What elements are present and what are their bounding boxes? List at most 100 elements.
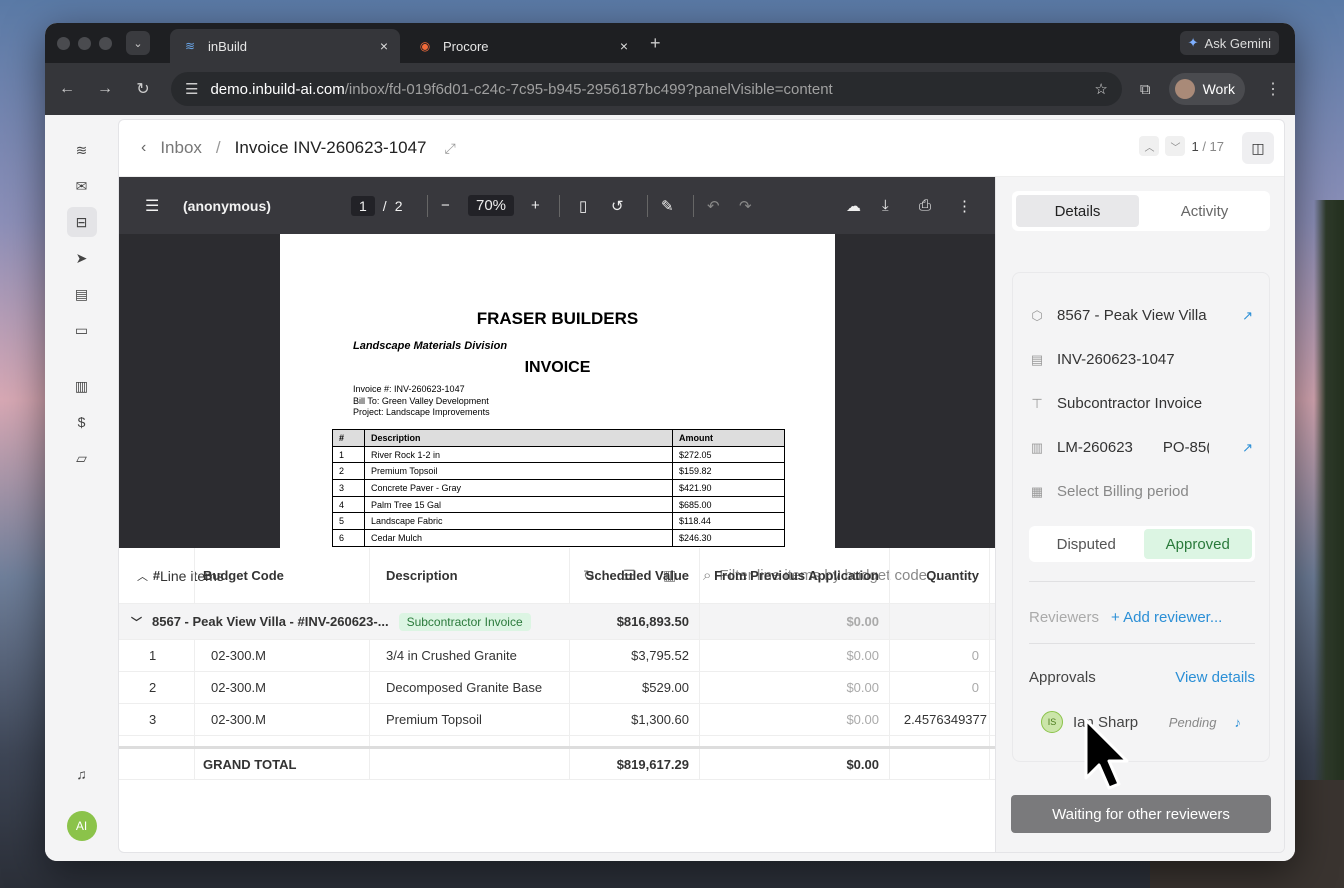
back-icon[interactable]: ← (57, 80, 77, 98)
pdf-more-icon[interactable]: ⋮ (957, 197, 972, 215)
external-link-icon[interactable]: ↗ (1242, 440, 1253, 456)
download-icon[interactable]: ⤓ (882, 197, 889, 214)
pager-count: 1 / 17 (1191, 138, 1224, 154)
maximize-window-button[interactable] (99, 36, 112, 50)
col-header-previous[interactable]: From Previous Application (700, 548, 890, 603)
close-tab-icon[interactable]: × (380, 38, 388, 54)
mail-icon[interactable]: ✉ (67, 171, 97, 201)
browser-menu-icon[interactable]: ⋮ (1263, 79, 1283, 99)
grand-total-scheduled: $819,617.29 (570, 749, 700, 779)
next-item-icon[interactable]: ﹀ (1165, 136, 1186, 156)
card-icon[interactable]: ▭ (67, 315, 97, 345)
group-type-badge: Subcontractor Invoice (398, 612, 531, 631)
pdf-page-control: 1 / 2 (351, 195, 403, 216)
dollar-doc-icon[interactable]: $ (67, 407, 97, 437)
invoice-type-field[interactable]: ⊤ Subcontractor Invoice (1029, 395, 1253, 412)
tab-title: Procore (443, 38, 489, 54)
annotate-icon[interactable]: ✎ (661, 197, 674, 215)
disputed-option[interactable]: Disputed (1032, 529, 1141, 559)
rotate-icon[interactable]: ↺ (611, 197, 624, 215)
col-header-scheduled[interactable]: Scheduled Value (570, 548, 700, 603)
new-tab-button[interactable]: + (650, 33, 661, 54)
reviewers-label: Reviewers (1029, 609, 1100, 626)
toggle-panel-icon[interactable]: ◫ (1242, 132, 1274, 164)
wallpaper-tree (1314, 200, 1344, 800)
close-tab-icon[interactable]: × (620, 38, 628, 54)
commitment-field[interactable]: ▥ LM-260623 PO-85( ↗ (1029, 439, 1253, 456)
url-bar[interactable]: ☰ demo.inbuild-ai.com/inbox/fd-019f6d01-… (171, 72, 1122, 106)
document-icon: ▤ (1030, 351, 1044, 367)
col-header-number[interactable]: # (119, 548, 195, 603)
line-items-grid: # Budget Code Description Scheduled Valu… (119, 548, 995, 852)
print-icon[interactable]: ⎙ (919, 197, 931, 214)
pdf-division: Landscape Materials Division (353, 340, 508, 352)
tab-inbuild[interactable]: ≋ inBuild × (170, 29, 400, 63)
pdf-company: FRASER BUILDERS (476, 309, 639, 328)
group-chevron-icon[interactable]: ﹀ (131, 614, 142, 630)
zoom-in-icon[interactable]: + (531, 197, 540, 214)
pdf-row: 4 Palm Tree 15 Gal $685.00 (332, 495, 785, 514)
fit-page-icon[interactable]: ▯ (579, 197, 587, 215)
tab-procore[interactable]: ◉ Procore × (405, 29, 640, 63)
site-info-icon[interactable]: ☰ (185, 80, 198, 98)
invoice-number-field[interactable]: ▤ INV-260623-1047 (1029, 351, 1253, 368)
expand-icon[interactable]: ⤢ (445, 140, 456, 157)
grand-total-row: GRAND TOTAL $819,617.29 $0.00 (119, 746, 995, 780)
zoom-level[interactable]: 70% (468, 195, 515, 216)
inbox-icon[interactable]: ⊟ (66, 207, 97, 237)
user-avatar[interactable]: AI (66, 811, 97, 841)
billing-period-field[interactable]: ▦ Select Billing period (1029, 483, 1253, 500)
forward-icon[interactable]: → (95, 80, 115, 98)
bell-icon[interactable]: ♫ (67, 759, 97, 789)
prev-item-icon[interactable]: ︿ (1139, 136, 1160, 156)
address-toolbar: ← → ↻ ☰ demo.inbuild-ai.com/inbox/fd-019… (45, 63, 1295, 115)
tab-search-icon[interactable]: ⌄ (126, 31, 150, 55)
table-row[interactable]: 1 02-300.M 3/4 in Crushed Granite $3,795… (119, 640, 995, 672)
send-icon[interactable]: ➤ (67, 243, 97, 273)
back-chevron-icon[interactable]: ‹ (141, 139, 146, 157)
ask-gemini-button[interactable]: ✦ Ask Gemini (1179, 31, 1279, 55)
external-link-icon[interactable]: ↗ (1242, 308, 1253, 324)
zoom-out-icon[interactable]: − (441, 197, 450, 214)
archive-icon[interactable]: ▤ (67, 279, 97, 309)
reload-icon[interactable]: ↻ (133, 79, 153, 99)
approved-option[interactable]: Approved (1143, 529, 1252, 559)
minimize-window-button[interactable] (78, 36, 91, 50)
approver-avatar: IS (1041, 711, 1063, 733)
view-details-link[interactable]: View details (1175, 669, 1255, 686)
breadcrumb-inbox[interactable]: Inbox (160, 138, 202, 158)
chart-icon[interactable]: ▥ (67, 371, 97, 401)
redo-icon[interactable]: ↷ (739, 197, 752, 215)
tab-activity[interactable]: Activity (1143, 195, 1266, 227)
group-row[interactable]: ﹀ 8567 - Peak View Villa - #INV-260623-.… (119, 604, 995, 640)
filter-icon: ⊤ (1031, 395, 1043, 411)
undo-icon[interactable]: ↶ (707, 197, 720, 215)
invoice-number: INV-260623-1047 (1057, 351, 1175, 368)
url-path: /inbox/fd-019f6d01-c24c-7c95-b945-295618… (344, 80, 833, 98)
pdf-menu-icon[interactable]: ☰ (145, 196, 159, 216)
pdf-filename: (anonymous) (183, 197, 271, 214)
tab-details[interactable]: Details (1016, 195, 1139, 227)
extensions-icon[interactable]: ⧉ (1140, 81, 1151, 98)
gemini-icon: ✦ (1187, 35, 1199, 50)
group-scheduled: $816,893.50 (570, 604, 700, 639)
folder-icon[interactable]: ▱ (67, 443, 97, 473)
table-row[interactable]: 3 02-300.M Premium Topsoil $1,300.60 $0.… (119, 704, 995, 736)
cloud-upload-icon[interactable]: ☁ (846, 197, 861, 215)
profile-button[interactable]: Work (1168, 73, 1245, 105)
table-row[interactable]: 2 02-300.M Decomposed Granite Base $529.… (119, 672, 995, 704)
pdf-toolbar: ☰ (anonymous) 1 / 2 − 70% + ▯ ↺ ✎ ↶ ↷ ☁ … (119, 177, 995, 234)
pdf-page-input[interactable]: 1 (351, 195, 375, 216)
app-logo-icon[interactable]: ≋ (67, 135, 97, 165)
billing-period: Select Billing period (1057, 483, 1189, 500)
approvals-label: Approvals (1029, 669, 1096, 686)
col-header-description[interactable]: Description (370, 548, 570, 603)
pdf-page-total: 2 (394, 197, 403, 214)
add-reviewer-button[interactable]: + Add reviewer... (1111, 609, 1222, 626)
col-header-quantity[interactable]: Quantity (890, 548, 990, 603)
close-window-button[interactable] (57, 36, 70, 50)
bookmark-star-icon[interactable]: ☆ (1094, 80, 1107, 98)
col-header-budget-code[interactable]: Budget Code (195, 548, 370, 603)
remind-bell-icon[interactable]: ♪ (1235, 715, 1242, 730)
contract-icon: ▥ (1030, 439, 1044, 455)
